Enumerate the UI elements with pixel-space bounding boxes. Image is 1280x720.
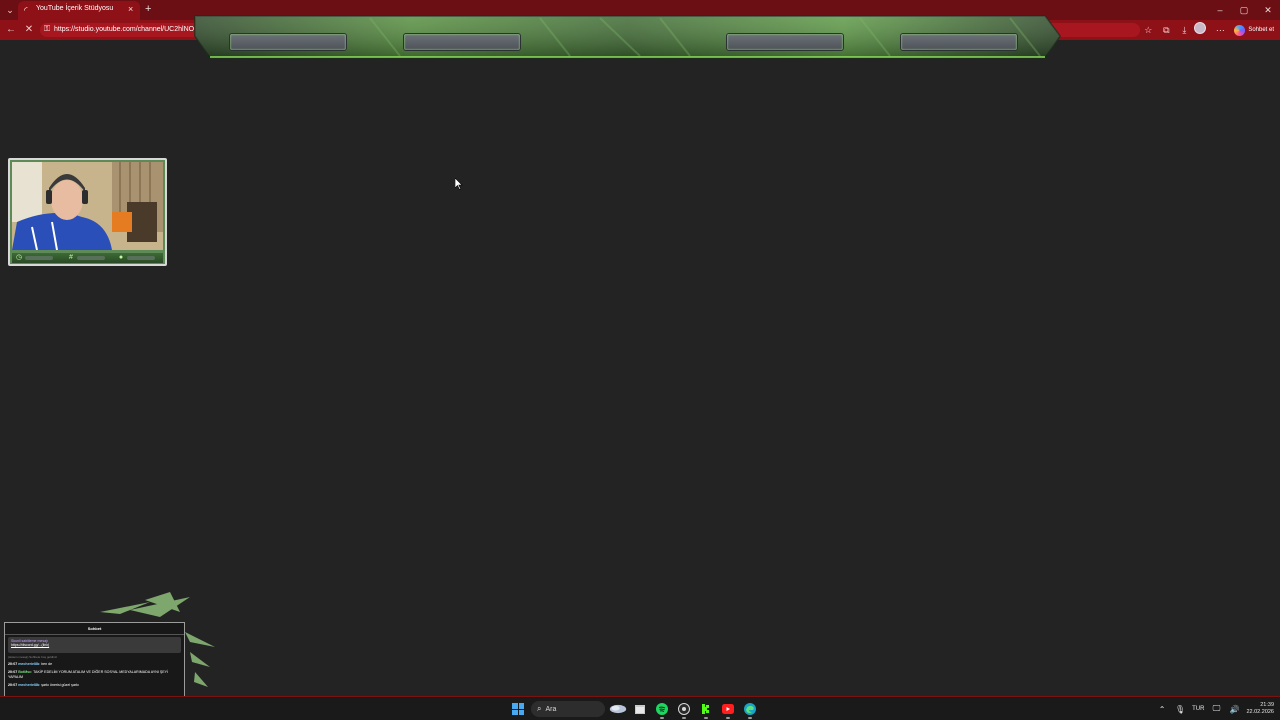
search-label: Ara xyxy=(545,705,557,713)
webcam-overlay: ◷ # ● xyxy=(8,158,167,266)
user-icon: ● xyxy=(118,254,124,261)
windows-taskbar: ⌕ Ara ⌃ 🎙 TUR 🖵 🔊 21:39 22.02.2026 xyxy=(0,696,1280,720)
new-tab-button[interactable]: + xyxy=(145,3,151,15)
tab-title: YouTube İçerik Stüdyosu xyxy=(36,5,114,12)
download-icon[interactable]: ⤓ xyxy=(1176,22,1192,38)
window-controls: – ▢ ✕ xyxy=(1208,0,1280,20)
chat-message: 20:07 BotMsc: TAKİP EDELİM YORUM ATALIM … xyxy=(8,670,169,679)
back-button[interactable]: ← xyxy=(4,23,18,37)
volume-icon[interactable]: 🔊 xyxy=(1228,705,1240,714)
file-explorer-icon[interactable] xyxy=(631,700,649,718)
chat-system-line: (sistem mesajı) Sohbete hoş geldiniz xyxy=(8,655,58,659)
clock-icon: ◷ xyxy=(15,254,23,261)
windows-icon xyxy=(512,703,524,715)
taskbar-clock[interactable]: 21:39 22.02.2026 xyxy=(1246,702,1274,716)
pinned-message: Skunil sabitleme mesajı https://discord.… xyxy=(8,637,181,653)
extensions-icon[interactable]: ⧉ xyxy=(1158,22,1174,38)
chat-message: 20:07 mecheriel8b: şarkı önerisi güzel ş… xyxy=(8,683,79,687)
site-info-icon[interactable]: ⚿ xyxy=(44,24,50,34)
kick-icon[interactable] xyxy=(697,700,715,719)
chat-message: 20:07 mecheriel8b: ben de xyxy=(8,662,53,666)
close-tab-icon[interactable]: × xyxy=(128,4,133,14)
uptime-stat: ◷ xyxy=(15,254,53,262)
system-tray: ⌃ 🎙 TUR 🖵 🔊 21:39 22.02.2026 xyxy=(1156,699,1274,719)
browser-tabstrip: ⌄ ◜ YouTube İçerik Stüdyosu × + – ▢ ✕ xyxy=(0,0,1280,20)
chevron-up-icon[interactable]: ⌃ xyxy=(1156,705,1168,714)
minimize-button[interactable]: – xyxy=(1208,0,1232,20)
maximize-button[interactable]: ▢ xyxy=(1232,0,1256,20)
taskbar-search[interactable]: ⌕ Ara xyxy=(531,701,605,717)
input-language[interactable]: TUR xyxy=(1192,706,1204,712)
spotify-icon[interactable] xyxy=(653,700,671,719)
tab-youtube-studio[interactable]: ◜ YouTube İçerik Stüdyosu × xyxy=(18,1,140,20)
tab-list-icon[interactable]: ⌄ xyxy=(4,4,16,16)
viewers-stat: ● xyxy=(117,254,155,262)
banner-slot-2 xyxy=(403,33,521,51)
hashtag-stat: # xyxy=(67,254,105,262)
close-window-button[interactable]: ✕ xyxy=(1256,0,1280,20)
network-icon[interactable]: 🖵 xyxy=(1210,704,1222,714)
profile-avatar[interactable] xyxy=(1194,22,1210,38)
hashtag-icon: # xyxy=(69,254,73,261)
edge-icon[interactable] xyxy=(741,700,759,719)
clock-date: 22.02.2026 xyxy=(1246,709,1274,715)
more-icon[interactable]: ⋯ xyxy=(1212,22,1228,38)
copilot-label: Sohbet et xyxy=(1248,27,1274,33)
browser-toolbar: ← ✕ ⚿ https://studio.youtube.com/channel… xyxy=(0,20,1280,40)
mouse-cursor xyxy=(455,178,463,190)
taskbar-apps: ⌕ Ara xyxy=(509,699,759,719)
pinned-link[interactable]: https://discord.gg/...(link) xyxy=(11,643,178,647)
search-icon: ⌕ xyxy=(537,704,542,713)
copilot-chat-button[interactable]: Sohbet et xyxy=(1230,22,1278,38)
toolbar-actions: ☆ ⧉ ⤓ ⋯ Sohbet et xyxy=(1140,20,1278,40)
microphone-icon[interactable]: 🎙 xyxy=(1174,705,1186,714)
chat-header: Sohbet xyxy=(5,623,184,635)
address-url: https://studio.youtube.com/channel/UC2hl… xyxy=(54,26,195,33)
copilot-icon xyxy=(1234,24,1246,36)
youtube-icon[interactable] xyxy=(719,700,737,719)
banner-slot-3 xyxy=(726,33,844,51)
start-button[interactable] xyxy=(509,700,527,718)
webcam-stats-bar: ◷ # ● xyxy=(12,253,163,263)
banner-slot-4 xyxy=(900,33,1018,51)
obs-icon[interactable] xyxy=(675,700,693,719)
stop-loading-button[interactable]: ✕ xyxy=(22,23,36,37)
loading-icon: ◜ xyxy=(24,5,28,15)
star-icon[interactable]: ☆ xyxy=(1140,22,1156,38)
webcam-video xyxy=(12,162,163,250)
clock-time: 21:39 xyxy=(1260,702,1274,708)
banner-slot-1 xyxy=(229,33,347,51)
widgets-icon[interactable] xyxy=(609,700,627,718)
screen: ⌄ ◜ YouTube İçerik Stüdyosu × + – ▢ ✕ ← … xyxy=(0,0,1280,720)
